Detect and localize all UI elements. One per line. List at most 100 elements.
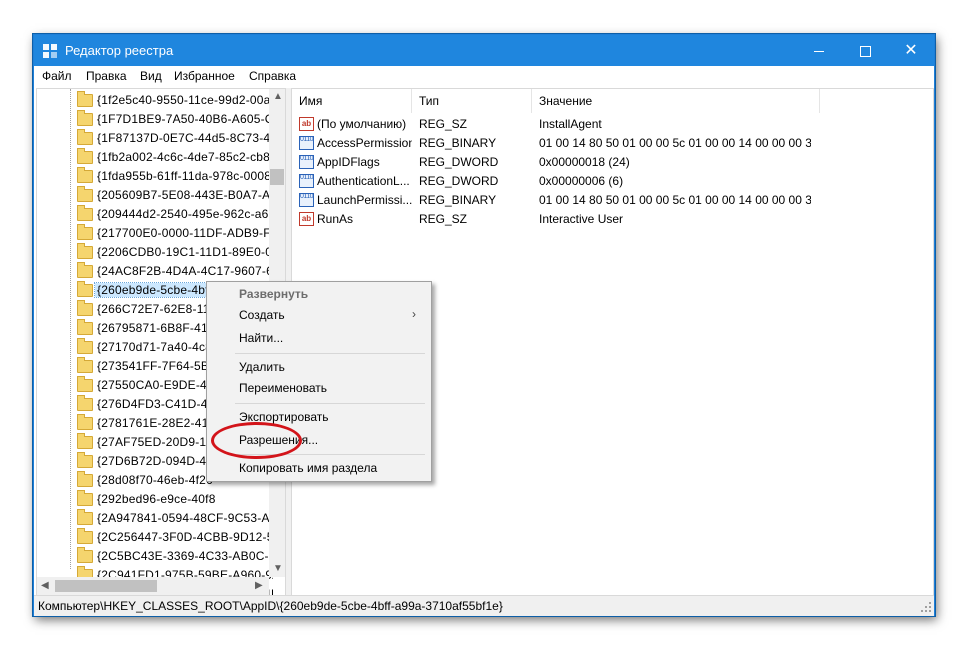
title-bar[interactable]: Редактор реестра ✕ bbox=[34, 35, 934, 66]
folder-icon bbox=[77, 300, 93, 316]
tree-key-label: {217700E0-0000-11DF-ADB9-F4CE bbox=[97, 226, 273, 240]
submenu-arrow-icon: › bbox=[412, 307, 416, 321]
registry-editor-window: Редактор реестра ✕ Файл Правка Вид Избра… bbox=[33, 34, 935, 616]
value-type-cell: REG_DWORD bbox=[419, 155, 499, 169]
tree-key-item[interactable]: {2C5BC43E-3369-4C33-AB0C-BE9 bbox=[77, 547, 273, 566]
registry-value-row[interactable]: 0110 AuthenticationL... REG_DWORD 0x0000000… bbox=[292, 172, 933, 191]
registry-value-row[interactable]: 0110 AccessPermission REG_BINARY 01 00 14 8… bbox=[292, 134, 933, 153]
registry-value-row[interactable]: ab (По умолчанию) REG_SZ InstallAgent bbox=[292, 115, 933, 134]
tree-key-label: {1f2e5c40-9550-11ce-99d2-00aa006 bbox=[97, 93, 273, 107]
tree-key-item[interactable]: {209444d2-2540-495e-962c-a61ac bbox=[77, 205, 273, 224]
menu-item-delete[interactable]: Удалить bbox=[239, 360, 285, 374]
value-name-cell: RunAs bbox=[317, 212, 354, 226]
tree-key-label: {1fb2a002-4c6c-4de7-85c2-cb8dk bbox=[97, 150, 273, 164]
tree-key-label: {209444d2-2540-495e-962c-a61ac bbox=[97, 207, 273, 221]
menu-item-copy-key-name[interactable]: Копировать имя раздела bbox=[239, 461, 377, 475]
tree-key-item[interactable]: {2A947841-0594-48CF-9C53-A08( bbox=[77, 509, 273, 528]
tree-horizontal-scrollbar[interactable]: ◀ ▶ bbox=[37, 577, 269, 596]
tree-key-item[interactable]: {24AC8F2B-4D4A-4C17-9607-6A4 bbox=[77, 262, 273, 281]
menu-item-find[interactable]: Найти... bbox=[239, 331, 283, 345]
tree-key-label: {2A947841-0594-48CF-9C53-A08( bbox=[97, 511, 273, 525]
tree-key-label: {276D4FD3-C41D-465 bbox=[97, 397, 222, 411]
menu-separator bbox=[235, 353, 425, 354]
tree-key-item[interactable]: {1f2e5c40-9550-11ce-99d2-00aa006 bbox=[77, 91, 273, 110]
tree-key-item[interactable]: {205609B7-5E08-443E-B0A7-A7AE bbox=[77, 186, 273, 205]
menu-item-rename[interactable]: Переименовать bbox=[239, 381, 327, 395]
folder-icon bbox=[77, 205, 93, 221]
tree-key-item[interactable]: {1fda955b-61ff-11da-978c-000874 bbox=[77, 167, 273, 186]
value-value-cell: Interactive User bbox=[539, 212, 624, 226]
tree-key-item[interactable]: {1F87137D-0E7C-44d5-8C73-4EFF bbox=[77, 129, 273, 148]
folder-icon bbox=[77, 110, 93, 126]
tree-key-item[interactable]: {1F7D1BE9-7A50-40B6-A605-C4F3 bbox=[77, 110, 273, 129]
folder-icon bbox=[77, 357, 93, 373]
registry-value-row[interactable]: 0110 AppIDFlags REG_DWORD 0x00000018 (24) bbox=[292, 153, 933, 172]
registry-value-row[interactable]: 0110 LaunchPermissi... REG_BINARY 01 00 14 … bbox=[292, 191, 933, 210]
tree-key-item[interactable]: {2206CDB0-19C1-11D1-89E0-00C( bbox=[77, 243, 273, 262]
resize-grip-icon[interactable] bbox=[921, 602, 931, 612]
menu-edit[interactable]: Правка bbox=[86, 69, 127, 83]
value-type-cell: REG_DWORD bbox=[419, 174, 499, 188]
minimize-button[interactable] bbox=[796, 35, 842, 66]
menu-favorites[interactable]: Избранное bbox=[174, 69, 235, 83]
permissions-highlight-circle bbox=[211, 422, 302, 459]
value-value-cell: 01 00 14 80 50 01 00 00 5c 01 00 00 14 0… bbox=[539, 193, 811, 207]
tree-key-label: {28d08f70-46eb-4f26 bbox=[97, 473, 213, 487]
scroll-up-icon[interactable]: ▲ bbox=[273, 91, 283, 102]
folder-icon bbox=[77, 129, 93, 145]
binary-value-icon: 0110 bbox=[299, 193, 314, 207]
status-bar: Компьютер\HKEY_CLASSES_ROOT\AppID\{260eb… bbox=[34, 595, 934, 616]
menu-help[interactable]: Справка bbox=[249, 69, 296, 83]
tree-connector-line bbox=[70, 89, 71, 569]
value-name-cell: AppIDFlags bbox=[317, 155, 380, 169]
value-type-cell: REG_SZ bbox=[419, 117, 468, 131]
value-name-cell: (По умолчанию) bbox=[317, 117, 407, 131]
tree-key-item[interactable]: {2C256447-3F0D-4CBB-9D12-575I bbox=[77, 528, 273, 547]
tree-key-item[interactable]: {1fb2a002-4c6c-4de7-85c2-cb8dk bbox=[77, 148, 273, 167]
folder-icon bbox=[77, 319, 93, 335]
tree-key-label: {1fda955b-61ff-11da-978c-000874 bbox=[97, 169, 273, 183]
maximize-button[interactable] bbox=[842, 35, 888, 66]
string-value-icon: ab bbox=[299, 212, 314, 226]
value-name-cell: LaunchPermissi... bbox=[317, 193, 412, 207]
tree-hscroll-thumb[interactable] bbox=[55, 580, 157, 592]
folder-icon bbox=[77, 186, 93, 202]
folder-icon bbox=[77, 414, 93, 430]
tree-key-label: {266C72E7-62E8-11D bbox=[97, 302, 219, 316]
scroll-right-icon[interactable]: ▶ bbox=[255, 580, 263, 591]
tree-key-label: {1F87137D-0E7C-44d5-8C73-4EFF bbox=[97, 131, 273, 145]
value-name-cell: AccessPermission bbox=[317, 136, 412, 150]
column-header-value[interactable]: Значение bbox=[532, 89, 820, 113]
tree-key-label: {27170d71-7a40-4c8b bbox=[97, 340, 219, 354]
value-value-cell: 01 00 14 80 50 01 00 00 5c 01 00 00 14 0… bbox=[539, 136, 811, 150]
folder-icon bbox=[77, 376, 93, 392]
tree-key-label: {273541FF-7F64-5B0F bbox=[97, 359, 224, 373]
tree-key-label: {27AF75ED-20D9-11D bbox=[97, 435, 222, 449]
menu-view[interactable]: Вид bbox=[140, 69, 162, 83]
menu-item-create[interactable]: Создать bbox=[239, 308, 285, 322]
scroll-down-icon[interactable]: ▼ bbox=[273, 563, 283, 574]
folder-icon bbox=[77, 509, 93, 525]
tree-key-label: {2206CDB0-19C1-11D1-89E0-00C( bbox=[97, 245, 273, 259]
tree-key-item[interactable]: {217700E0-0000-11DF-ADB9-F4CE bbox=[77, 224, 273, 243]
tree-key-label: {292bed96-e9ce-40f8 bbox=[97, 492, 216, 506]
tree-key-item[interactable]: {292bed96-e9ce-40f8 bbox=[77, 490, 273, 509]
status-key-path: Компьютер\HKEY_CLASSES_ROOT\AppID\{260eb… bbox=[38, 599, 503, 613]
menu-file[interactable]: Файл bbox=[42, 69, 72, 83]
folder-icon bbox=[77, 395, 93, 411]
column-header-name[interactable]: Имя bbox=[292, 89, 412, 113]
tree-key-label: {2C256447-3F0D-4CBB-9D12-575I bbox=[97, 530, 273, 544]
window-title: Редактор реестра bbox=[65, 43, 174, 58]
tree-vscroll-thumb[interactable] bbox=[270, 169, 284, 185]
binary-value-icon: 0110 bbox=[299, 136, 314, 150]
close-icon: ✕ bbox=[904, 42, 918, 59]
close-button[interactable]: ✕ bbox=[888, 35, 934, 66]
string-value-icon: ab bbox=[299, 117, 314, 131]
scroll-left-icon[interactable]: ◀ bbox=[41, 580, 49, 591]
registry-value-row[interactable]: ab RunAs REG_SZ Interactive User bbox=[292, 210, 933, 229]
folder-icon bbox=[77, 528, 93, 544]
menu-item-expand[interactable]: Развернуть bbox=[239, 287, 308, 301]
menu-separator bbox=[235, 403, 425, 404]
column-header-type[interactable]: Тип bbox=[412, 89, 532, 113]
folder-icon bbox=[77, 490, 93, 506]
